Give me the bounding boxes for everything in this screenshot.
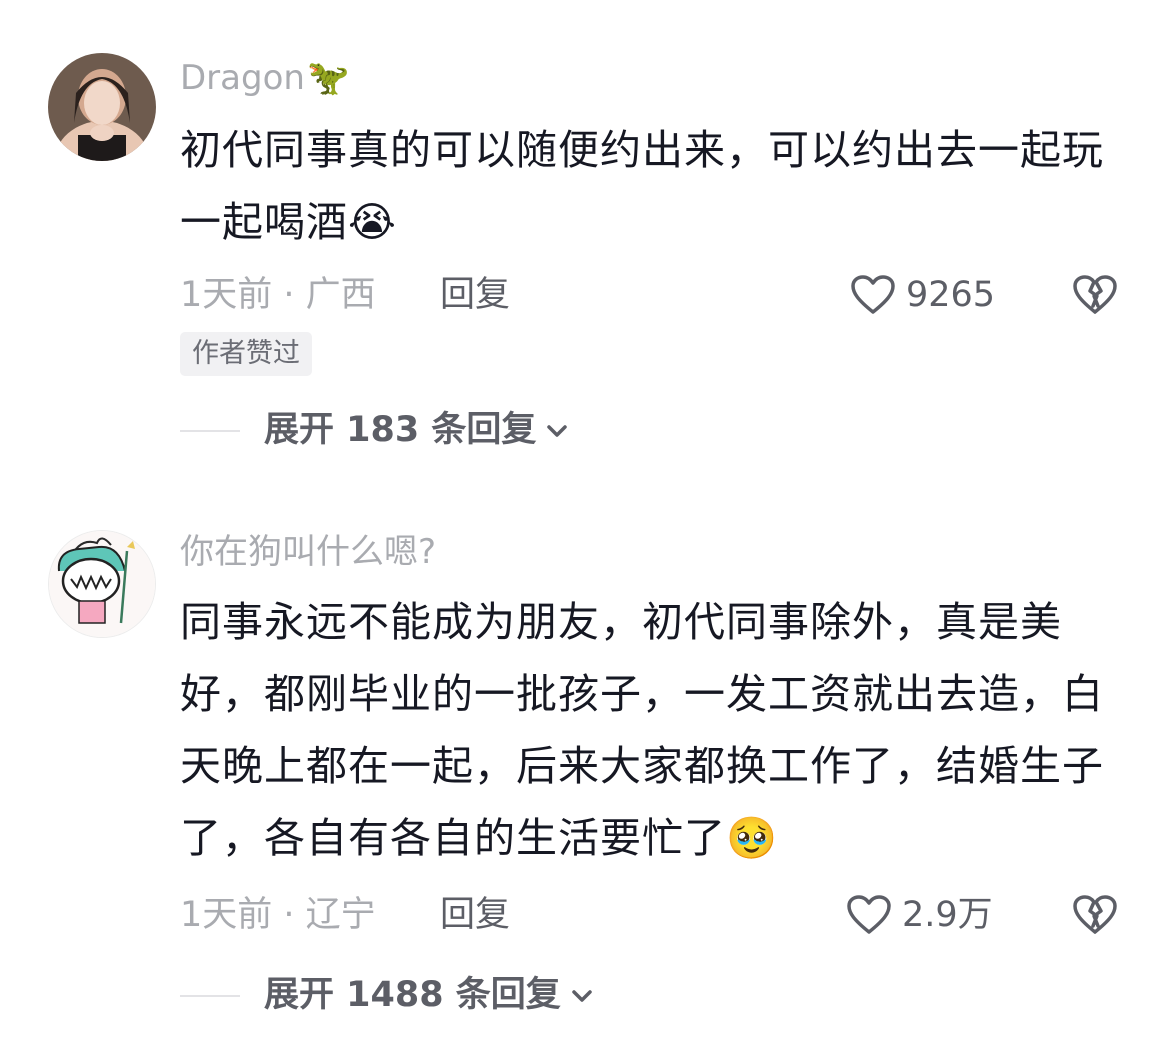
like-count: 2.9万 — [902, 894, 993, 935]
broken-heart-icon — [1073, 275, 1117, 314]
expand-replies-button[interactable]: 展开 183 条回复 — [180, 413, 570, 448]
heart-outline-icon — [851, 275, 895, 314]
time-location: 1天前 · 辽宁 — [180, 895, 376, 935]
like-button[interactable]: 9265 — [850, 274, 995, 316]
like-count: 9265 — [906, 274, 996, 315]
dinosaur-emoji: 🦖 — [306, 58, 350, 98]
username[interactable]: Dragon🦖 — [180, 61, 349, 95]
dislike-button[interactable] — [1072, 274, 1118, 320]
expand-replies-label: 展开 1488 条回复 — [264, 975, 561, 1015]
expand-replies-label: 展开 183 条回复 — [264, 410, 537, 450]
dislike-button[interactable] — [1072, 894, 1118, 940]
comment-text: 同事永远不能成为朋友，初代同事除外，真是美好，都刚毕业的一批孩子，一发工资就出去… — [180, 598, 1104, 862]
chevron-down-icon — [572, 989, 592, 1002]
chevron-down-icon — [547, 424, 568, 437]
heart-outline-icon — [847, 895, 891, 934]
comment-text: 初代同事真的可以随便约出来，可以约出去一起玩一起喝酒😭 — [180, 126, 1104, 246]
expand-replies-button[interactable]: 展开 1488 条回复 — [180, 978, 595, 1013]
reply-button[interactable]: 回复 — [440, 898, 510, 933]
broken-heart-icon — [1073, 895, 1117, 934]
author-liked-badge: 作者赞过 — [180, 332, 312, 376]
reply-button[interactable]: 回复 — [440, 278, 510, 313]
divider — [180, 994, 240, 997]
avatar[interactable] — [48, 530, 156, 638]
divider — [180, 429, 240, 432]
time-location: 1天前 · 广西 — [180, 275, 376, 315]
like-button[interactable]: 2.9万 — [846, 894, 993, 936]
username[interactable]: 你在狗叫什么嗯? — [180, 535, 436, 569]
avatar[interactable] — [48, 53, 156, 161]
